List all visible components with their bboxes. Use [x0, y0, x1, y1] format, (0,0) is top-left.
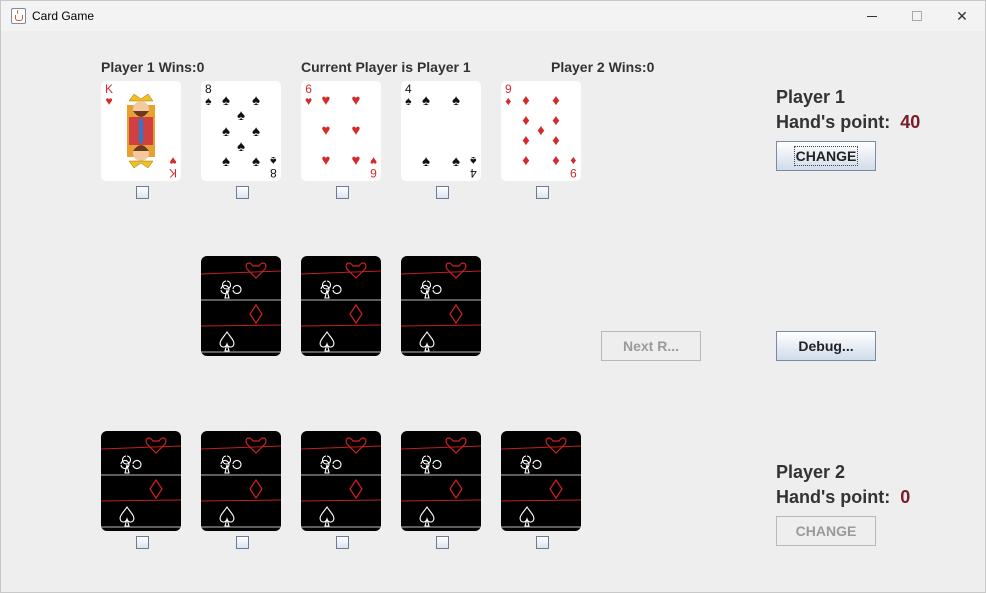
- player2-hand-points: 0: [900, 487, 911, 507]
- spade-pip-icon: ♠: [237, 107, 245, 124]
- spade-pip-icon: ♠: [422, 92, 430, 109]
- player1-wins-label: Player 1 Wins:0: [101, 59, 205, 75]
- diamond-pip-icon: ♦: [522, 92, 530, 109]
- spade-pip-icon: ♠: [452, 153, 460, 170]
- diamond-pip-icon: ♦: [522, 132, 530, 149]
- player2-card-5[interactable]: [501, 431, 581, 531]
- card-rank-top: 4 ♠: [405, 82, 412, 108]
- player2-card-3[interactable]: [301, 431, 381, 531]
- spade-pip-icon: ♠: [422, 153, 430, 170]
- player1-hand-label: Hand's point:: [776, 112, 891, 132]
- card-game-window: Card Game ✕ Player 1 Wins:0 Current Play…: [0, 0, 986, 593]
- diamond-pip-icon: ♦: [537, 122, 545, 139]
- spade-pip-icon: ♠: [237, 138, 245, 155]
- player2-card-1[interactable]: [101, 431, 181, 531]
- java-app-icon: [11, 8, 26, 24]
- spade-pip-icon: ♠: [452, 92, 460, 109]
- player1-card-5[interactable]: 9 ♦ ♦ ♦ ♦ ♦ ♦ ♦ ♦ ♦ ♦ 9 ♦: [501, 81, 581, 181]
- player2-card-2-checkbox[interactable]: [236, 536, 249, 549]
- player1-name: Player 1: [776, 87, 846, 107]
- close-icon: ✕: [956, 7, 968, 24]
- card-rank-bottom: 6 ♥: [369, 154, 377, 180]
- player1-card-3-checkbox[interactable]: [336, 186, 349, 199]
- diamond-pip-icon: ♦: [552, 152, 560, 169]
- player2-name: Player 2: [776, 462, 846, 482]
- spade-pip-icon: ♠: [222, 92, 230, 109]
- heart-pip-icon: ♥: [321, 152, 331, 169]
- heart-pip-icon: ♥: [351, 152, 361, 169]
- player1-card-2[interactable]: 8 ♠ ♠ ♠ ♠ ♠ ♠ ♠ ♠ ♠ 8 ♠: [201, 81, 281, 181]
- spade-pip-icon: ♠: [252, 153, 260, 170]
- card-rank-bottom: K ♥: [168, 154, 177, 180]
- face-down-card: [301, 256, 381, 356]
- player2-card-4-checkbox[interactable]: [436, 536, 449, 549]
- diamond-pip-icon: ♦: [552, 92, 560, 109]
- card-rank-top: 8 ♠: [205, 82, 212, 108]
- player1-change-button[interactable]: CHANGE: [776, 141, 876, 171]
- player2-wins-label: Player 2 Wins:0: [551, 59, 655, 75]
- player2-hand-points-row: Hand's point: 0: [776, 487, 910, 508]
- player1-hand-points-row: Hand's point: 40: [776, 112, 920, 133]
- player2-card-2[interactable]: [201, 431, 281, 531]
- player1-card-1[interactable]: K ♥ K ♥: [101, 81, 181, 181]
- title-bar: Card Game ✕: [1, 1, 985, 31]
- window-title: Card Game: [32, 9, 95, 23]
- player2-card-5-checkbox[interactable]: [536, 536, 549, 549]
- card-rank-bottom: 4 ♠: [470, 154, 477, 180]
- maximize-button[interactable]: [894, 1, 940, 31]
- spade-pip-icon: ♠: [222, 123, 230, 140]
- player2-card-3-checkbox[interactable]: [336, 536, 349, 549]
- heart-pip-icon: ♥: [351, 122, 361, 139]
- face-down-card: [401, 256, 481, 356]
- face-down-card: [201, 256, 281, 356]
- card-rank-bottom: 9 ♦: [570, 154, 577, 180]
- player2-hand-label: Hand's point:: [776, 487, 891, 507]
- player1-card-4-checkbox[interactable]: [436, 186, 449, 199]
- heart-pip-icon: ♥: [321, 92, 331, 109]
- player1-card-2-checkbox[interactable]: [236, 186, 249, 199]
- player1-card-3[interactable]: 6 ♥ ♥ ♥ ♥ ♥ ♥ ♥ 6 ♥: [301, 81, 381, 181]
- diamond-pip-icon: ♦: [522, 112, 530, 129]
- heart-pip-icon: ♥: [321, 122, 331, 139]
- player2-change-button[interactable]: CHANGE: [776, 516, 876, 546]
- player1-hand-points: 40: [900, 112, 921, 132]
- diamond-pip-icon: ♦: [522, 152, 530, 169]
- spade-pip-icon: ♠: [252, 123, 260, 140]
- diamond-pip-icon: ♦: [552, 112, 560, 129]
- current-player-label: Current Player is Player 1: [301, 59, 471, 75]
- card-rank-top: K ♥: [105, 82, 114, 108]
- card-rank-bottom: 8 ♠: [270, 154, 277, 180]
- player1-card-4[interactable]: 4 ♠ ♠ ♠ ♠ ♠ 4 ♠: [401, 81, 481, 181]
- player2-card-1-checkbox[interactable]: [136, 536, 149, 549]
- player1-card-1-checkbox[interactable]: [136, 186, 149, 199]
- minimize-icon: [867, 15, 877, 17]
- card-rank-top: 9 ♦: [505, 82, 512, 108]
- king-face-icon: [127, 93, 155, 169]
- next-round-button[interactable]: Next R...: [601, 331, 701, 361]
- player1-card-5-checkbox[interactable]: [536, 186, 549, 199]
- spade-pip-icon: ♠: [222, 153, 230, 170]
- player2-card-4[interactable]: [401, 431, 481, 531]
- debug-button[interactable]: Debug...: [776, 331, 876, 361]
- diamond-pip-icon: ♦: [552, 132, 560, 149]
- heart-pip-icon: ♥: [351, 92, 361, 109]
- spade-pip-icon: ♠: [252, 92, 260, 109]
- close-button[interactable]: ✕: [939, 1, 985, 31]
- maximize-icon: [912, 11, 922, 21]
- minimize-button[interactable]: [849, 1, 895, 31]
- card-rank-top: 6 ♥: [305, 82, 313, 108]
